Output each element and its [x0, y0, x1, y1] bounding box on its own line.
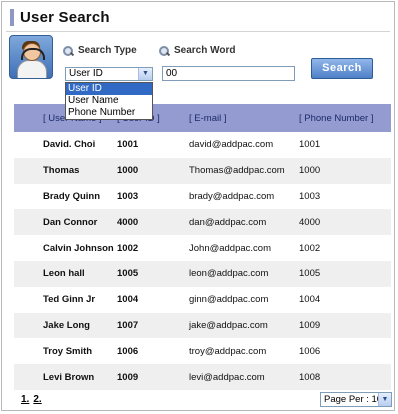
table-row[interactable]: Brady Quinn 1003 brady@addpac.com 1003 — [14, 184, 391, 210]
user-headset-icon — [9, 35, 53, 79]
header-email[interactable]: [ E-mail ] — [189, 104, 299, 124]
cell-phone-number: 1002 — [299, 242, 321, 254]
option-user-id[interactable]: User ID — [66, 83, 152, 95]
option-phone-number[interactable]: Phone Number — [66, 107, 152, 119]
cell-email: John@addpac.com — [189, 242, 271, 254]
search-button[interactable]: Search — [311, 58, 373, 79]
page-per-select[interactable]: Page Per : 10 ▼ — [320, 392, 392, 407]
title-accent-bar — [10, 8, 14, 26]
table-row[interactable]: Ted Ginn Jr 1004 ginn@addpac.com 1004 — [14, 287, 391, 313]
page-per-value: Page Per : 10 — [324, 394, 383, 405]
table-row[interactable]: David. Choi 1001 david@addpac.com 1001 — [14, 132, 391, 158]
cell-user-id: 1003 — [117, 190, 139, 202]
cell-user-name: Dan Connor — [43, 216, 98, 228]
search-type-select[interactable]: User ID ▼ — [65, 67, 153, 81]
cell-email: brady@addpac.com — [189, 190, 275, 202]
cell-email: Thomas@addpac.com — [189, 165, 285, 177]
cell-email: leon@addpac.com — [189, 268, 269, 280]
cell-user-name: David. Choi — [43, 139, 96, 151]
user-table: [ User Name ] [ User ID ] [ E-mail ] [ P… — [14, 104, 391, 390]
search-type-selected: User ID — [69, 68, 103, 79]
cell-phone-number: 1009 — [299, 319, 321, 331]
cell-user-id: 1002 — [117, 242, 139, 254]
cell-phone-number: 1001 — [299, 139, 321, 151]
cell-user-name: Brady Quinn — [43, 190, 101, 202]
search-word-label: Search Word — [159, 45, 236, 56]
cell-email: david@addpac.com — [189, 139, 274, 151]
table-row[interactable]: Levi Brown 1009 levi@addpac.com 1008 — [14, 364, 391, 390]
pagination: 1. 2. — [21, 394, 42, 405]
cell-user-id: 1001 — [117, 139, 139, 151]
cell-email: jake@addpac.com — [189, 319, 268, 331]
cell-email: ginn@addpac.com — [189, 294, 269, 306]
cell-phone-number: 1003 — [299, 190, 321, 202]
cell-user-id: 4000 — [117, 216, 139, 228]
page-link-1[interactable]: 1. — [21, 394, 29, 405]
search-word-input[interactable] — [162, 66, 295, 81]
title-divider — [6, 31, 390, 32]
chevron-down-icon[interactable]: ▼ — [378, 393, 391, 406]
cell-phone-number: 1000 — [299, 165, 321, 177]
cell-phone-number: 1005 — [299, 268, 321, 280]
cell-user-name: Leon hall — [43, 268, 85, 280]
user-search-panel: User Search Search Type Search Word User… — [1, 1, 395, 411]
cell-user-name: Calvin Johnson — [43, 242, 114, 254]
page-title: User Search — [20, 8, 110, 26]
cell-user-name: Thomas — [43, 165, 80, 177]
cell-user-id: 1005 — [117, 268, 139, 280]
page-header: User Search — [10, 8, 110, 26]
option-user-name[interactable]: User Name — [66, 95, 152, 107]
magnifier-icon — [159, 45, 171, 56]
search-type-label: Search Type — [63, 45, 137, 56]
search-type-dropdown: User ID User Name Phone Number — [65, 82, 153, 120]
cell-email: levi@addpac.com — [189, 371, 265, 383]
cell-user-id: 1006 — [117, 345, 139, 357]
table-row[interactable]: Calvin Johnson 1002 John@addpac.com 1002 — [14, 235, 391, 261]
table-row[interactable]: Thomas 1000 Thomas@addpac.com 1000 — [14, 157, 391, 184]
cell-user-id: 1004 — [117, 294, 139, 306]
cell-user-name: Levi Brown — [43, 371, 95, 383]
table-row[interactable]: Troy Smith 1006 troy@addpac.com 1006 — [14, 338, 391, 364]
page-link-2[interactable]: 2. — [33, 394, 41, 405]
cell-phone-number: 4000 — [299, 216, 321, 228]
table-row[interactable]: Dan Connor 4000 dan@addpac.com 4000 — [14, 209, 391, 236]
cell-user-name: Ted Ginn Jr — [43, 294, 96, 306]
magnifier-icon — [63, 45, 75, 56]
table-row[interactable]: Leon hall 1005 leon@addpac.com 1005 — [14, 260, 391, 287]
cell-email: dan@addpac.com — [189, 216, 267, 228]
cell-user-name: Troy Smith — [43, 345, 93, 357]
header-phone-number[interactable]: [ Phone Number ] — [299, 104, 389, 124]
cell-phone-number: 1008 — [299, 371, 321, 383]
cell-phone-number: 1004 — [299, 294, 321, 306]
cell-email: troy@addpac.com — [189, 345, 267, 357]
cell-user-id: 1000 — [117, 165, 139, 177]
cell-phone-number: 1006 — [299, 345, 321, 357]
cell-user-name: Jake Long — [43, 319, 90, 331]
table-row[interactable]: Jake Long 1007 jake@addpac.com 1009 — [14, 312, 391, 339]
cell-user-id: 1007 — [117, 319, 139, 331]
cell-user-id: 1009 — [117, 371, 139, 383]
chevron-down-icon[interactable]: ▼ — [138, 68, 152, 80]
